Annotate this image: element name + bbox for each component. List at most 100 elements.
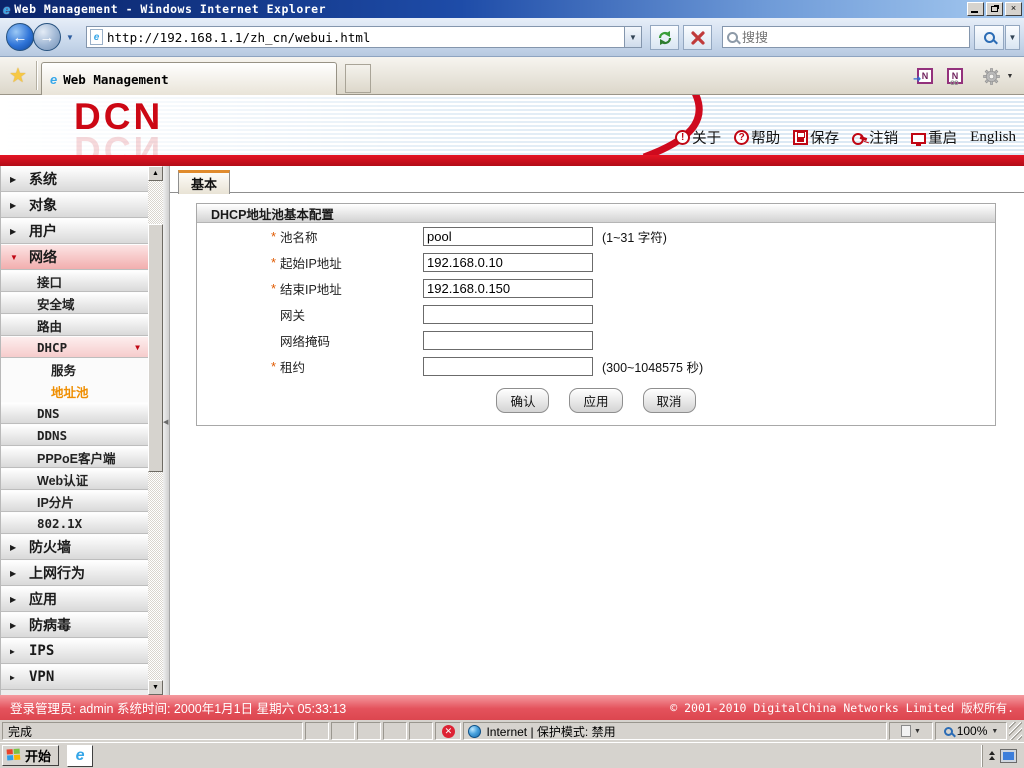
sidebar-scrollbar[interactable]: ▲ ▼ — [148, 166, 163, 695]
sidebar-item-label: 网络 — [29, 249, 57, 265]
required-asterisk: * — [270, 228, 277, 244]
about-link[interactable]: ! 关于 — [675, 127, 721, 148]
taskbar-ie-button[interactable]: e — [67, 744, 94, 767]
security-zone-cell: Internet | 保护模式: 禁用 — [463, 722, 888, 740]
sidebar-item-firewall[interactable]: ▶ 防火墙 — [1, 534, 148, 560]
english-link[interactable]: English — [970, 129, 1016, 146]
refresh-button[interactable] — [650, 25, 679, 50]
chevron-right-icon: ▶ — [10, 226, 17, 236]
web-page: DCN DCN ! 关于 ? 帮助 保存 注销 重启 English ▶ 系统 … — [0, 95, 1024, 720]
tools-button[interactable] — [980, 66, 1002, 86]
scrollbar-thumb[interactable] — [148, 224, 163, 472]
sidebar-item-label: 系统 — [29, 171, 57, 187]
sidebar-item-label: 802.1X — [37, 515, 83, 531]
sidebar-item-network[interactable]: ▼ 网络 — [1, 244, 148, 270]
sidebar-item-web-behavior[interactable]: ▶ 上网行为 — [1, 560, 148, 586]
start-label: 开始 — [25, 749, 52, 764]
script-error-indicator[interactable]: ✕ — [435, 722, 462, 740]
tools-dropdown[interactable]: ▼ — [1004, 66, 1016, 86]
netmask-input[interactable] — [423, 330, 593, 350]
stop-button[interactable] — [683, 25, 712, 50]
minimize-button[interactable] — [967, 2, 984, 16]
browser-status-bar: 完成 ✕ Internet | 保护模式: 禁用 ▼ 100% ▼ — [0, 720, 1024, 742]
sidebar-item-label: PPPoE客户端 — [37, 451, 116, 466]
address-bar[interactable]: e ▼ — [86, 26, 642, 48]
dhcp-pool-config-panel: DHCP地址池基本配置 *池名称 (1~31 字符) *起始IP地址 *结束IP… — [196, 203, 996, 426]
sidebar-item-ddns[interactable]: DDNS — [1, 424, 148, 446]
search-options-dropdown[interactable]: ▼ — [1005, 25, 1020, 50]
favorites-star-icon[interactable]: ★ — [9, 63, 27, 88]
status-cell — [305, 722, 330, 740]
resize-grip[interactable] — [1009, 722, 1023, 740]
url-input[interactable] — [103, 29, 624, 45]
zoom-control[interactable]: 100% ▼ — [935, 722, 1008, 740]
ie-logo-icon: e — [3, 1, 11, 17]
sidebar-item-system[interactable]: ▶ 系统 — [1, 166, 148, 192]
scroll-up-icon[interactable]: ▲ — [148, 166, 163, 181]
tab-bar: ★ e Web Management N ➔ Noo ▼ — [0, 57, 1024, 95]
recent-pages-dropdown[interactable]: ▼ — [66, 33, 74, 42]
sidebar-item-label: 接口 — [37, 275, 63, 290]
sidebar-item-dhcp-service[interactable]: 服务 — [1, 358, 148, 380]
sidebar-item-label: 地址池 — [51, 385, 89, 400]
start-ip-input[interactable] — [423, 252, 593, 272]
lease-input[interactable] — [423, 356, 593, 376]
sidebar-item-label: DHCP — [37, 339, 68, 355]
sidebar-item-dhcp-address-pool[interactable]: 地址池 — [1, 380, 148, 402]
sidebar-item-pppoe-client[interactable]: PPPoE客户端 — [1, 446, 148, 468]
forward-button[interactable]: → — [33, 23, 61, 51]
restore-button[interactable] — [986, 2, 1003, 16]
error-icon: ✕ — [441, 724, 455, 738]
sidebar-item-ips[interactable]: ▶ IPS — [1, 638, 148, 664]
sidebar-item-routing[interactable]: 路由 — [1, 314, 148, 336]
search-go-button[interactable] — [974, 25, 1004, 50]
help-link[interactable]: ? 帮助 — [734, 127, 780, 148]
sidebar-item-web-auth[interactable]: Web认证 — [1, 468, 148, 490]
status-cell — [357, 722, 382, 740]
sidebar-item-label: 应用 — [29, 591, 57, 607]
new-tab-button[interactable] — [345, 64, 371, 93]
field-hint: (300~1048575 秒) — [602, 360, 704, 375]
sidebar-item-dhcp[interactable]: DHCP ▼ — [1, 336, 148, 358]
cancel-button[interactable]: 取消 — [642, 388, 696, 413]
sidebar-item-objects[interactable]: ▶ 对象 — [1, 192, 148, 218]
gateway-input[interactable] — [423, 304, 593, 324]
sidebar-item-users[interactable]: ▶ 用户 — [1, 218, 148, 244]
display-tray-icon[interactable] — [1001, 749, 1016, 762]
restart-link[interactable]: 重启 — [911, 127, 957, 148]
save-link[interactable]: 保存 — [793, 127, 839, 148]
sidebar-item-ip-fragment[interactable]: IP分片 — [1, 490, 148, 512]
sidebar-item-application[interactable]: ▶ 应用 — [1, 586, 148, 612]
sidebar-item-dns[interactable]: DNS — [1, 402, 148, 424]
sidebar-splitter[interactable]: ◀ — [163, 166, 170, 695]
end-ip-input[interactable] — [423, 278, 593, 298]
confirm-button[interactable]: 确认 — [496, 388, 550, 413]
browser-tab-web-management[interactable]: e Web Management — [41, 62, 337, 95]
sidebar-item-label: 防病毒 — [29, 617, 71, 633]
sidebar-item-antivirus[interactable]: ▶ 防病毒 — [1, 612, 148, 638]
about-icon: ! — [675, 130, 691, 145]
back-button[interactable]: ← — [6, 23, 34, 51]
apply-button[interactable]: 应用 — [569, 388, 623, 413]
chevron-right-icon: ▶ — [10, 174, 17, 184]
form-row-start-ip: * 起始IP地址 — [197, 249, 995, 275]
scroll-down-icon[interactable]: ▼ — [148, 680, 163, 695]
send-to-onenote-button[interactable]: N ➔ — [913, 66, 936, 86]
pool-name-input[interactable] — [423, 226, 593, 246]
logout-link[interactable]: 注销 — [852, 127, 898, 148]
address-dropdown[interactable]: ▼ — [624, 27, 641, 47]
sidebar-item-interface[interactable]: 接口 — [1, 270, 148, 292]
search-input[interactable] — [738, 29, 969, 45]
linked-notes-button[interactable]: Noo — [944, 66, 966, 87]
red-divider-bar — [0, 155, 1024, 166]
security-report-cell[interactable]: ▼ — [889, 722, 934, 740]
sidebar-item-802-1x[interactable]: 802.1X — [1, 512, 148, 534]
tray-expand-icon[interactable] — [989, 751, 995, 761]
start-button[interactable]: 开始 — [2, 745, 60, 766]
search-box[interactable] — [722, 26, 970, 48]
close-button[interactable]: × — [1005, 2, 1022, 16]
sidebar-item-security-zone[interactable]: 安全域 — [1, 292, 148, 314]
tab-basic[interactable]: 基本 — [178, 170, 231, 194]
gear-icon — [982, 67, 1000, 85]
sidebar-item-vpn[interactable]: ▶ VPN — [1, 664, 148, 690]
